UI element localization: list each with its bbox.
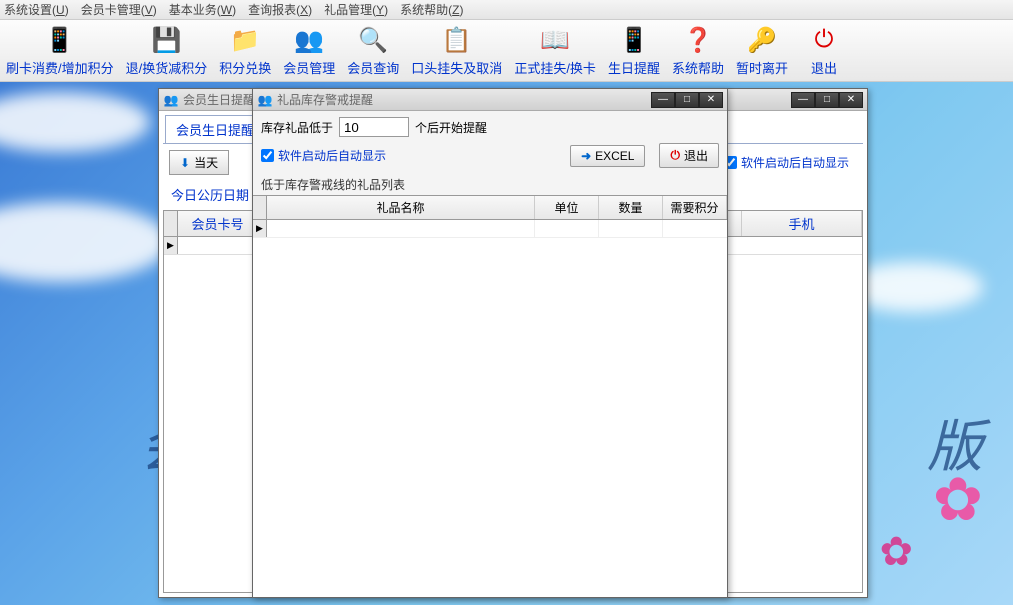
- close-button[interactable]: ✕: [839, 92, 863, 108]
- main-toolbar: 📱刷卡消费/增加积分 💾退/换货减积分 📁积分兑换 👥会员管理 🔍会员查询 📋口…: [0, 20, 1013, 82]
- stock-warning-window: 👥 礼品库存警戒提醒 — □ ✕ 库存礼品低于 个后开始提醒 软件启动后自动显示…: [252, 88, 728, 598]
- key-icon: 🔑: [746, 24, 778, 56]
- today-button[interactable]: ⬇当天: [169, 150, 229, 175]
- row-marker-header: [164, 211, 178, 236]
- row-marker: ▶: [253, 220, 267, 237]
- row-marker-header: [253, 196, 267, 219]
- stock-titlebar[interactable]: 👥 礼品库存警戒提醒 — □ ✕: [253, 89, 727, 111]
- maximize-button[interactable]: □: [675, 92, 699, 108]
- disk-icon: 💾: [150, 24, 182, 56]
- col-qty[interactable]: 数量: [599, 196, 663, 219]
- tb-points-exchange[interactable]: 📁积分兑换: [213, 22, 277, 79]
- book-icon: 📖: [539, 24, 571, 56]
- help-icon: ❓: [682, 24, 714, 56]
- people-icon: 👥: [293, 24, 325, 56]
- tb-birthday[interactable]: 📱生日提醒: [602, 22, 666, 79]
- menu-report[interactable]: 查询报表(X): [248, 1, 312, 18]
- row-marker: ▶: [164, 237, 178, 254]
- col-card[interactable]: 会员卡号: [178, 211, 258, 236]
- people-icon: 👥: [163, 92, 179, 108]
- birthday-autoshow-check[interactable]: 软件启动后自动显示: [724, 154, 849, 171]
- menu-gift[interactable]: 礼品管理(Y): [324, 1, 388, 18]
- calculator-icon: 📱: [44, 24, 76, 56]
- threshold-prefix: 库存礼品低于: [261, 119, 333, 136]
- close-button[interactable]: ✕: [699, 92, 723, 108]
- folder-icon: 📁: [229, 24, 261, 56]
- tb-formal-loss[interactable]: 📖正式挂失/换卡: [508, 22, 602, 79]
- phone-icon: 📱: [618, 24, 650, 56]
- exit-button[interactable]: ⏻退出: [659, 143, 719, 168]
- people-icon: 👥: [257, 92, 273, 108]
- tb-swipe-card[interactable]: 📱刷卡消费/增加积分: [0, 22, 120, 79]
- birthday-tab[interactable]: 会员生日提醒: [165, 115, 265, 143]
- menu-system[interactable]: 系统设置(U): [4, 1, 69, 18]
- col-gift-name[interactable]: 礼品名称: [267, 196, 535, 219]
- threshold-input[interactable]: [339, 117, 409, 137]
- tb-leave[interactable]: 🔑暂时离开: [730, 22, 794, 79]
- maximize-button[interactable]: □: [815, 92, 839, 108]
- arrow-right-icon: ➜: [581, 149, 591, 163]
- threshold-suffix: 个后开始提醒: [415, 119, 487, 136]
- clipboard-icon: 📋: [441, 24, 473, 56]
- menu-business[interactable]: 基本业务(W): [169, 1, 236, 18]
- menu-bar: 系统设置(U) 会员卡管理(V) 基本业务(W) 查询报表(X) 礼品管理(Y)…: [0, 0, 1013, 20]
- stock-title: 礼品库存警戒提醒: [277, 91, 651, 108]
- stock-autoshow-check[interactable]: 软件启动后自动显示: [261, 147, 386, 164]
- power-icon: ⏻: [670, 148, 680, 163]
- menu-help[interactable]: 系统帮助(Z): [400, 1, 463, 18]
- stock-grid[interactable]: 礼品名称 单位 数量 需要积分 ▶: [253, 195, 727, 597]
- menu-card[interactable]: 会员卡管理(V): [81, 1, 157, 18]
- col-phone[interactable]: 手机: [742, 211, 862, 236]
- arrow-down-icon: ⬇: [180, 156, 190, 170]
- tb-help[interactable]: ❓系统帮助: [666, 22, 730, 79]
- tb-verbal-loss[interactable]: 📋口头挂失及取消: [405, 22, 508, 79]
- tb-exit[interactable]: ⏻退出: [794, 22, 854, 79]
- power-icon: ⏻: [808, 24, 840, 56]
- search-icon: 🔍: [357, 24, 389, 56]
- tb-member-manage[interactable]: 👥会员管理: [277, 22, 341, 79]
- tb-member-query[interactable]: 🔍会员查询: [341, 22, 405, 79]
- minimize-button[interactable]: —: [651, 92, 675, 108]
- excel-button[interactable]: ➜EXCEL: [570, 145, 645, 167]
- minimize-button[interactable]: —: [791, 92, 815, 108]
- list-caption: 低于库存警戒线的礼品列表: [253, 174, 727, 195]
- col-points[interactable]: 需要积分: [663, 196, 727, 219]
- col-unit[interactable]: 单位: [535, 196, 599, 219]
- tb-return-goods[interactable]: 💾退/换货减积分: [120, 22, 214, 79]
